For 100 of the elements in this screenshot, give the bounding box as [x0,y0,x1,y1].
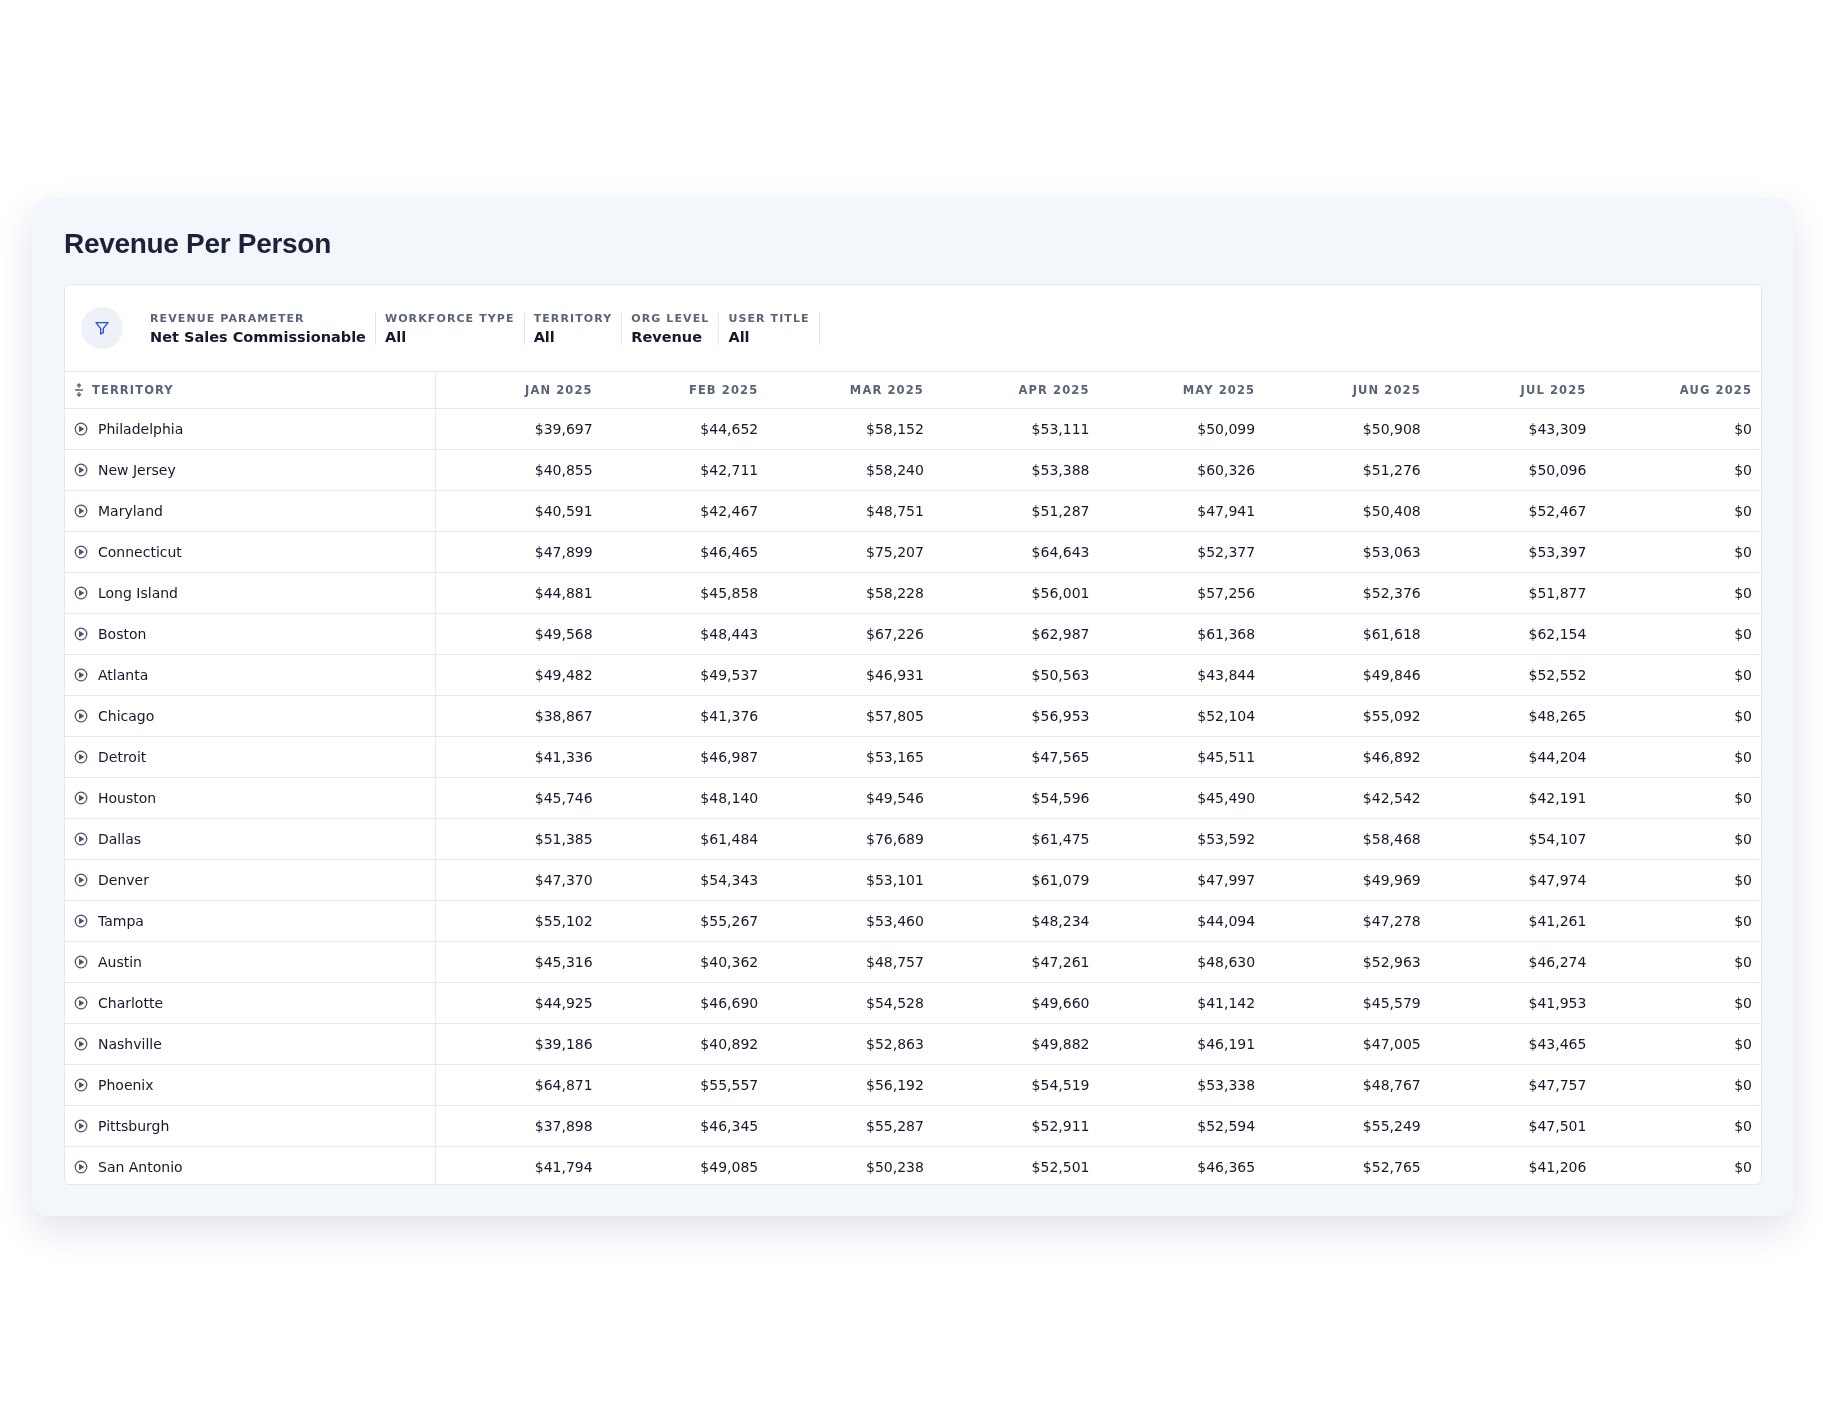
filter-value[interactable]: Revenue [631,328,710,345]
revenue-value: $52,501 [1031,1159,1090,1175]
play-circle-icon[interactable] [74,545,88,559]
revenue-value: $0 [1734,872,1752,888]
revenue-value: $0 [1734,585,1752,601]
revenue-value: $55,287 [865,1118,924,1134]
revenue-value: $44,925 [534,995,593,1011]
play-circle-icon[interactable] [74,955,88,969]
play-circle-icon[interactable] [74,791,88,805]
revenue-value: $0 [1734,954,1752,970]
revenue-value: $48,234 [1031,913,1090,929]
filter-label: USER TITLE [728,311,810,325]
play-circle-icon[interactable] [74,1078,88,1092]
revenue-value: $54,519 [1031,1077,1090,1093]
revenue-value: $52,376 [1362,585,1421,601]
revenue-value: $47,941 [1197,503,1256,519]
revenue-value: $50,408 [1362,503,1421,519]
revenue-value: $42,191 [1528,790,1587,806]
play-circle-icon[interactable] [74,709,88,723]
play-circle-icon[interactable] [74,586,88,600]
revenue-value: $43,309 [1528,421,1587,437]
revenue-value: $53,592 [1197,831,1256,847]
revenue-value: $0 [1734,544,1752,560]
filter-value[interactable]: Net Sales Commissionable [150,328,366,345]
column-header: MAY 2025 [1182,383,1256,397]
revenue-value: $41,206 [1528,1159,1587,1175]
revenue-value: $40,591 [534,503,593,519]
column-header: JUN 2025 [1352,383,1421,397]
play-circle-icon[interactable] [74,627,88,641]
filter-label: REVENUE PARAMETER [150,311,306,325]
revenue-value: $42,467 [700,503,759,519]
filter-label: WORKFORCE TYPE [384,311,515,325]
revenue-value: $46,465 [700,544,759,560]
revenue-value: $40,892 [700,1036,759,1052]
revenue-value: $61,475 [1031,831,1090,847]
revenue-value: $53,101 [865,872,924,888]
play-circle-icon[interactable] [74,1119,88,1133]
filter-value[interactable]: All [728,328,810,345]
play-circle-icon[interactable] [74,668,88,682]
revenue-value: $47,899 [534,544,593,560]
play-circle-icon[interactable] [74,1160,88,1174]
revenue-value: $0 [1734,1077,1752,1093]
play-circle-icon[interactable] [74,832,88,846]
revenue-value: $55,102 [534,913,593,929]
revenue-value: $45,316 [534,954,593,970]
revenue-value: $40,362 [700,954,759,970]
revenue-value: $51,287 [1031,503,1090,519]
filter-icon[interactable] [81,307,123,349]
revenue-value: $50,563 [1031,667,1090,683]
revenue-value: $49,482 [534,667,593,683]
revenue-value: $46,690 [700,995,759,1011]
revenue-value: $52,863 [865,1036,924,1052]
play-circle-icon[interactable] [74,914,88,928]
territory-name: Boston [98,626,147,642]
filter-value[interactable]: All [384,328,515,345]
revenue-value: $0 [1734,1159,1752,1175]
territory-name: Austin [98,954,142,970]
play-circle-icon[interactable] [74,1037,88,1051]
column-header: FEB 2025 [688,383,759,397]
play-circle-icon[interactable] [74,463,88,477]
column-header: JAN 2025 [525,383,593,397]
revenue-value: $47,261 [1031,954,1090,970]
page-title: Revenue Per Person [64,228,332,260]
revenue-value: $51,385 [534,831,593,847]
revenue-value: $48,140 [700,790,759,806]
revenue-value: $52,467 [1528,503,1587,519]
revenue-value: $58,228 [865,585,924,601]
revenue-value: $46,274 [1528,954,1587,970]
revenue-value: $49,969 [1362,872,1421,888]
play-circle-icon[interactable] [74,504,88,518]
filter-label: TERRITORY [533,311,613,325]
revenue-value: $51,877 [1528,585,1587,601]
column-header: TERRITORY [92,383,174,397]
revenue-value: $45,858 [700,585,759,601]
revenue-value: $0 [1734,626,1752,642]
revenue-value: $55,557 [700,1077,759,1093]
territory-name: Detroit [98,749,147,765]
revenue-value: $0 [1734,421,1752,437]
revenue-value: $55,092 [1362,708,1421,724]
play-circle-icon[interactable] [74,873,88,887]
play-circle-icon[interactable] [74,996,88,1010]
revenue-value: $41,261 [1528,913,1587,929]
column-header: MAR 2025 [849,383,924,397]
revenue-value: $0 [1734,913,1752,929]
revenue-value: $61,368 [1197,626,1256,642]
revenue-value: $52,104 [1197,708,1256,724]
revenue-value: $44,204 [1528,749,1587,765]
revenue-value: $52,911 [1031,1118,1090,1134]
sort-icon[interactable] [74,383,84,397]
revenue-value: $48,265 [1528,708,1587,724]
filter-value[interactable]: All [533,328,613,345]
play-circle-icon[interactable] [74,750,88,764]
play-circle-icon[interactable] [74,422,88,436]
revenue-value: $53,388 [1031,462,1090,478]
revenue-value: $47,997 [1197,872,1256,888]
revenue-value: $47,005 [1362,1036,1421,1052]
revenue-value: $54,107 [1528,831,1587,847]
revenue-value: $62,154 [1528,626,1587,642]
revenue-value: $56,001 [1031,585,1090,601]
revenue-value: $48,767 [1362,1077,1421,1093]
